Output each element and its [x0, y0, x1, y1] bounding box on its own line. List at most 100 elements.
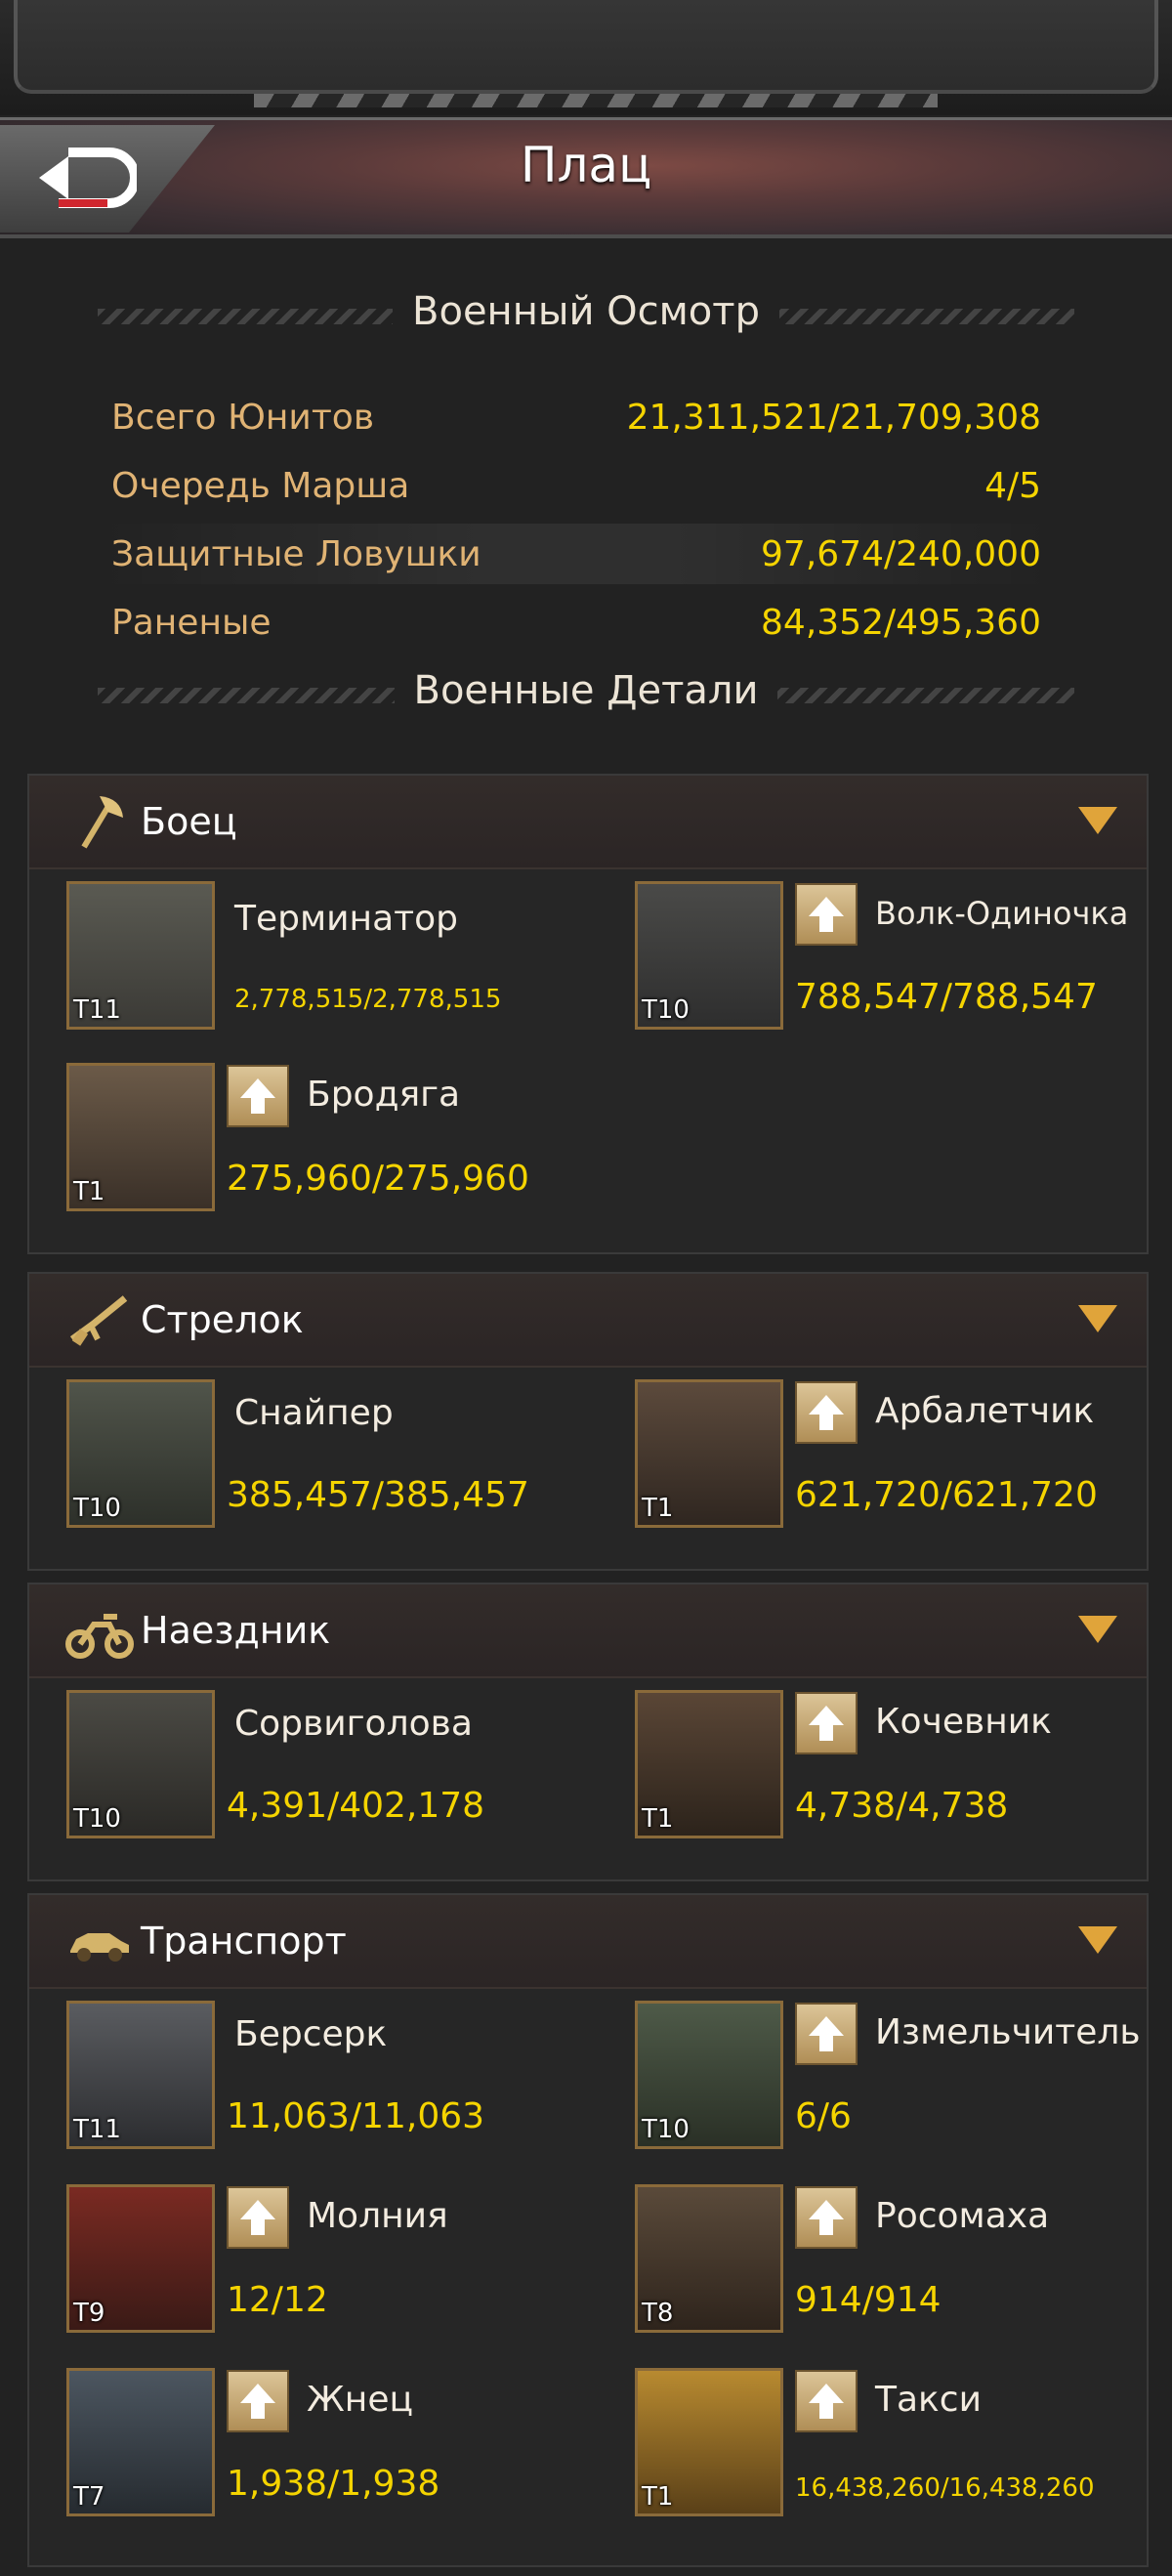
category-rider: Наездник T10 Сорвиголова 4,391/402,178 T… — [27, 1583, 1149, 1881]
unit-tier: T7 — [73, 2482, 105, 2512]
unit-card[interactable]: T8 Росомаха 914/914 — [635, 2184, 1172, 2337]
upgrade-arrow-icon — [240, 1078, 275, 1114]
unit-card[interactable]: T1 Арбалетчик 621,720/621,720 — [635, 1379, 1172, 1532]
details-heading: Военные Детали — [0, 668, 1172, 723]
unit-name: Жнец — [307, 2380, 413, 2420]
unit-portrait: T1 — [635, 2368, 783, 2516]
category-header[interactable]: Стрелок — [29, 1274, 1147, 1368]
unit-name: Измельчитель — [875, 2012, 1141, 2052]
upgrade-arrow-icon — [809, 2016, 844, 2051]
stat-march-queue: Очередь Марша 4/5 — [98, 455, 1055, 516]
upgrade-arrow-icon — [809, 1706, 844, 1741]
unit-card[interactable]: T1 Такси 16,438,260/16,438,260 — [635, 2368, 1172, 2520]
upgrade-arrow-icon — [809, 897, 844, 932]
unit-tier: T8 — [642, 2299, 674, 2328]
unit-name: Сорвиголова — [234, 1704, 473, 1744]
unit-name: Арбалетчик — [875, 1391, 1095, 1431]
stat-label: Очередь Марша — [111, 465, 410, 506]
overview-heading: Военный Осмотр — [0, 289, 1172, 344]
category-header[interactable]: Боец — [29, 776, 1147, 869]
unit-count: 621,720/621,720 — [795, 1475, 1098, 1515]
stat-label: Защитные Ловушки — [111, 533, 481, 574]
stat-label: Раненые — [111, 602, 272, 643]
unit-tier: T11 — [73, 2115, 121, 2144]
unit-tier: T10 — [73, 1494, 121, 1523]
unit-portrait: T10 — [66, 1690, 215, 1838]
unit-portrait: T11 — [66, 881, 215, 1030]
top-panel — [14, 0, 1158, 94]
unit-card[interactable]: T10 Сорвиголова 4,391/402,178 — [66, 1690, 613, 1842]
upgrade-arrow-icon — [240, 2384, 275, 2419]
upgrade-button[interactable] — [227, 2186, 289, 2249]
unit-card[interactable]: T11 Терминатор 2,778,515/2,778,515 — [66, 881, 613, 1034]
stat-value: 4/5 — [984, 465, 1041, 506]
unit-tier: T1 — [73, 1177, 105, 1206]
upgrade-button[interactable] — [795, 2003, 858, 2065]
chevron-down-icon[interactable] — [1078, 1616, 1117, 1643]
unit-card[interactable]: T10 Измельчитель 6/6 — [635, 2001, 1172, 2153]
unit-name: Терминатор — [234, 899, 458, 939]
category-fighter: Боец T11 Терминатор 2,778,515/2,778,515 … — [27, 774, 1149, 1254]
unit-name: Кочевник — [875, 1702, 1052, 1742]
unit-name: Бродяга — [307, 1075, 461, 1115]
unit-tier: T10 — [642, 2115, 690, 2144]
unit-name: Снайпер — [234, 1393, 394, 1433]
unit-portrait: T7 — [66, 2368, 215, 2516]
chevron-down-icon[interactable] — [1078, 807, 1117, 834]
category-transport: Транспорт T11 Берсерк 11,063/11,063 T10 … — [27, 1893, 1149, 2567]
unit-count: 11,063/11,063 — [227, 2096, 485, 2136]
unit-card[interactable]: T11 Берсерк 11,063/11,063 — [66, 2001, 613, 2153]
unit-portrait: T10 — [66, 1379, 215, 1528]
upgrade-arrow-icon — [809, 2384, 844, 2419]
unit-portrait: T8 — [635, 2184, 783, 2333]
motorcycle-icon — [65, 1614, 134, 1659]
unit-portrait: T1 — [635, 1690, 783, 1838]
unit-name: Берсерк — [234, 2014, 388, 2054]
unit-count: 16,438,260/16,438,260 — [795, 2473, 1095, 2503]
axe-icon — [81, 796, 123, 849]
unit-portrait: T11 — [66, 2001, 215, 2149]
upgrade-button[interactable] — [795, 2186, 858, 2249]
unit-count: 12/12 — [227, 2280, 328, 2320]
unit-portrait: T1 — [66, 1063, 215, 1211]
upgrade-button[interactable] — [227, 1065, 289, 1127]
chevron-down-icon[interactable] — [1078, 1305, 1117, 1332]
upgrade-button[interactable] — [227, 2370, 289, 2432]
car-icon — [70, 1933, 129, 1962]
unit-card[interactable]: T10 Снайпер 385,457/385,457 — [66, 1379, 613, 1532]
stat-traps: Защитные Ловушки 97,674/240,000 — [98, 524, 1055, 584]
upgrade-button[interactable] — [795, 1692, 858, 1754]
chevron-down-icon[interactable] — [1078, 1926, 1117, 1954]
upgrade-button[interactable] — [795, 1381, 858, 1444]
unit-card[interactable]: T1 Кочевник 4,738/4,738 — [635, 1690, 1172, 1842]
top-frame — [0, 0, 1172, 115]
unit-tier: T1 — [642, 1804, 674, 1834]
unit-tier: T1 — [642, 2482, 674, 2512]
stat-value: 21,311,521/21,709,308 — [626, 397, 1041, 438]
category-shooter: Стрелок T10 Снайпер 385,457/385,457 T1 А… — [27, 1272, 1149, 1571]
stat-label: Всего Юнитов — [111, 397, 375, 438]
unit-portrait: T1 — [635, 1379, 783, 1528]
unit-count: 2,778,515/2,778,515 — [234, 985, 502, 1014]
unit-count: 1,938/1,938 — [227, 2464, 440, 2504]
upgrade-arrow-icon — [809, 2200, 844, 2235]
stat-wounded: Раненые 84,352/495,360 — [98, 592, 1055, 653]
category-header[interactable]: Наездник — [29, 1584, 1147, 1678]
hazard-stripes — [254, 94, 938, 107]
upgrade-button[interactable] — [795, 2370, 858, 2432]
unit-card[interactable]: T9 Молния 12/12 — [66, 2184, 613, 2337]
details-heading-text: Военные Детали — [394, 668, 778, 713]
unit-card[interactable]: T1 Бродяга 275,960/275,960 — [66, 1063, 613, 1215]
stat-value: 84,352/495,360 — [761, 602, 1041, 643]
unit-card[interactable]: T7 Жнец 1,938/1,938 — [66, 2368, 613, 2520]
upgrade-button[interactable] — [795, 883, 858, 946]
unit-tier: T10 — [73, 1804, 121, 1834]
category-title: Транспорт — [141, 1920, 347, 1963]
rifle-icon — [69, 1295, 128, 1346]
unit-portrait: T9 — [66, 2184, 215, 2333]
unit-count: 275,960/275,960 — [227, 1159, 529, 1199]
unit-card[interactable]: T10 Волк-Одиночка 788,547/788,547 — [635, 881, 1172, 1034]
unit-name: Такси — [875, 2380, 982, 2420]
category-header[interactable]: Транспорт — [29, 1895, 1147, 1989]
upgrade-arrow-icon — [240, 2200, 275, 2235]
